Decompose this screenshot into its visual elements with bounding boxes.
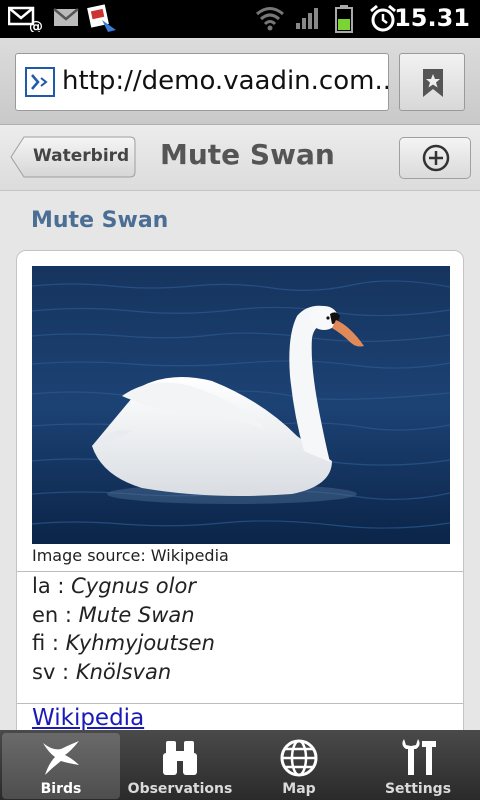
wikipedia-link[interactable]: Wikipedia — [32, 705, 144, 730]
name-row-sv: sv : Knölsvan — [32, 659, 172, 684]
message-icon — [87, 4, 116, 32]
wifi-icon — [256, 7, 284, 31]
battery-icon — [335, 5, 353, 33]
url-text: http://demo.vaadin.com... — [62, 66, 389, 96]
section-title: Mute Swan — [31, 208, 169, 233]
globe-icon — [280, 739, 318, 777]
bookmark-button[interactable] — [399, 53, 465, 111]
bird-detail-card: Image source: Wikipedia la : Cygnus olor… — [16, 250, 464, 730]
gmail-icon — [53, 8, 79, 26]
name-row-en: en : Mute Swan — [32, 602, 195, 627]
email-notification-icon: @ — [8, 6, 43, 32]
bottom-tab-bar: Birds Observations Map Settings — [0, 730, 480, 800]
name-row-fi: fi : Kyhmyjoutsen — [32, 631, 215, 655]
swan-photo — [31, 266, 451, 544]
content-area[interactable]: Mute Swan Image source: Wikipedia la: C… — [0, 191, 480, 730]
binoculars-icon — [163, 741, 197, 775]
image-source-caption: Image source: Wikipedia — [32, 546, 229, 565]
back-button-label: Waterbird — [33, 146, 130, 166]
tab-observations[interactable]: Observations — [121, 733, 239, 799]
name-list: la : Cygnus olor en : Mute Swan fi : Kyh… — [32, 572, 215, 686]
page-title: Mute Swan — [160, 138, 335, 171]
status-clock: 15.31 — [394, 4, 470, 32]
svg-text:@: @ — [29, 19, 43, 32]
tab-birds[interactable]: Birds — [2, 733, 120, 799]
tools-icon — [402, 739, 436, 775]
back-button[interactable]: Waterbird — [10, 136, 136, 178]
vaadin-favicon-icon — [25, 67, 55, 97]
tab-settings[interactable]: Settings — [359, 733, 477, 799]
status-bar: @ 15.31 — [0, 0, 480, 38]
browser-url-bar: http://demo.vaadin.com... — [0, 38, 480, 125]
signal-icon — [296, 8, 318, 29]
url-field[interactable]: http://demo.vaadin.com... — [15, 53, 389, 111]
bookmark-icon — [423, 69, 443, 97]
name-row-la: la : Cygnus olor — [32, 574, 196, 598]
divider — [17, 703, 463, 704]
tab-map[interactable]: Map — [240, 733, 358, 799]
bird-icon — [43, 741, 79, 775]
navigation-bar: Waterbird Mute Swan — [0, 125, 480, 191]
add-icon — [422, 144, 450, 172]
add-button[interactable] — [399, 137, 471, 179]
